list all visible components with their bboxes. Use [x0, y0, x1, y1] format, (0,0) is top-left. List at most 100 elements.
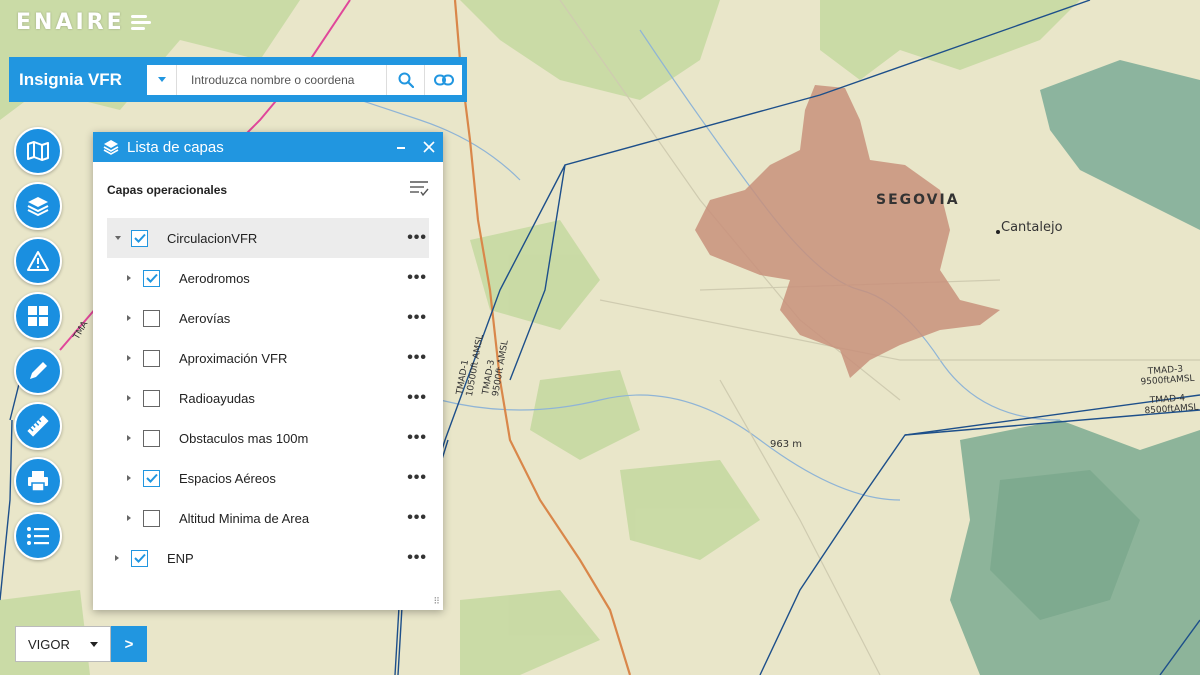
measure-button[interactable] — [14, 402, 62, 450]
chevron-right-icon[interactable] — [127, 515, 131, 521]
chevron-right-icon[interactable] — [127, 275, 131, 281]
layer-checkbox[interactable] — [143, 389, 160, 407]
search-bar: Insignia VFR — [9, 57, 467, 102]
layers-icon — [27, 197, 49, 217]
segovia-label: SEGOVIA — [876, 192, 960, 208]
layer-checkbox[interactable] — [143, 349, 160, 367]
close-icon — [423, 141, 435, 153]
vigor-control: VIGOR > — [15, 626, 147, 662]
layer-row[interactable]: Aerovías ••• — [107, 298, 429, 338]
layer-row[interactable]: Aerodromos ••• — [107, 258, 429, 298]
layer-label: Aerodromos — [179, 270, 250, 286]
layer-checkbox[interactable] — [143, 469, 160, 487]
checkmark-icon — [145, 273, 158, 283]
search-icon — [398, 72, 414, 88]
warning-icon — [27, 251, 49, 271]
chevron-right-icon[interactable] — [115, 555, 119, 561]
layer-checkbox[interactable] — [143, 429, 160, 447]
vigor-selected-value: VIGOR — [28, 636, 70, 652]
minimize-icon — [397, 147, 405, 149]
more-options-icon[interactable]: ••• — [407, 430, 427, 446]
chevron-right-icon[interactable] — [127, 395, 131, 401]
layers-button[interactable] — [14, 182, 62, 230]
layer-checkbox[interactable] — [143, 509, 160, 527]
panel-header: Lista de capas — [93, 132, 443, 162]
resize-grip-icon[interactable]: ⠿ — [433, 596, 440, 607]
checkmark-icon — [133, 553, 146, 563]
filter-list-icon — [410, 180, 429, 196]
chevron-right-icon[interactable] — [127, 315, 131, 321]
layer-label: ENP — [167, 550, 194, 566]
layer-row[interactable]: ENP ••• — [107, 538, 429, 578]
widgets-button[interactable] — [14, 292, 62, 340]
section-title: Capas operacionales — [107, 183, 228, 197]
chevron-down-icon — [90, 641, 98, 647]
more-options-icon[interactable]: ••• — [407, 390, 427, 406]
layer-list-panel: Lista de capas Capas operacionales Circu… — [93, 132, 443, 610]
chevron-right-icon[interactable] — [127, 475, 131, 481]
layer-label: Altitud Minima de Area — [179, 510, 310, 526]
layer-row[interactable]: Espacios Aéreos ••• — [107, 458, 429, 498]
layer-options-button[interactable] — [409, 179, 429, 202]
draw-button[interactable] — [14, 347, 62, 395]
layer-row[interactable]: Radioayudas ••• — [107, 378, 429, 418]
link-icon — [433, 74, 454, 85]
more-options-icon[interactable]: ••• — [407, 550, 427, 566]
vigor-select[interactable]: VIGOR — [15, 626, 111, 662]
more-options-icon[interactable]: ••• — [407, 270, 427, 286]
search-input[interactable] — [177, 65, 386, 94]
layer-label: Aerovías — [179, 310, 231, 326]
layer-row[interactable]: Obstaculos mas 100m ••• — [107, 418, 429, 458]
search-box — [147, 64, 462, 95]
print-button[interactable] — [14, 457, 62, 505]
vigor-go-button[interactable]: > — [111, 626, 147, 662]
search-source-dropdown[interactable] — [147, 64, 177, 95]
logo-lines-icon — [130, 15, 151, 30]
minimize-button[interactable] — [387, 132, 415, 162]
basemap-button[interactable] — [14, 127, 62, 175]
more-options-icon[interactable]: ••• — [407, 470, 427, 486]
checkmark-icon — [145, 473, 158, 483]
pencil-icon — [30, 362, 47, 379]
layer-label: Obstaculos mas 100m — [179, 430, 309, 446]
layer-label: Radioayudas — [179, 390, 255, 406]
print-icon — [28, 471, 48, 492]
grid-icon — [28, 306, 48, 326]
search-button[interactable] — [386, 64, 424, 95]
layer-row[interactable]: CirculacionVFR ••• — [107, 218, 429, 258]
more-options-icon[interactable]: ••• — [407, 230, 427, 246]
layers-icon — [103, 140, 119, 155]
logo-text: ENAIRE — [16, 10, 125, 35]
legend-button[interactable] — [14, 512, 62, 560]
checkmark-icon — [133, 233, 146, 243]
link-button[interactable] — [424, 64, 462, 95]
chevron-down-icon — [157, 77, 166, 82]
elevation-label: 963 m — [770, 439, 802, 450]
layer-checkbox[interactable] — [131, 229, 148, 247]
close-button[interactable] — [415, 132, 443, 162]
chevron-down-icon[interactable] — [115, 236, 121, 240]
cantalejo-label: Cantalejo — [1001, 220, 1063, 235]
warnings-button[interactable] — [14, 237, 62, 285]
section-header: Capas operacionales — [107, 162, 429, 218]
more-options-icon[interactable]: ••• — [407, 310, 427, 326]
more-options-icon[interactable]: ••• — [407, 350, 427, 366]
list-icon — [27, 527, 49, 545]
layer-label: Aproximación VFR — [179, 350, 288, 366]
layer-checkbox[interactable] — [143, 269, 160, 287]
layer-row[interactable]: Aproximación VFR ••• — [107, 338, 429, 378]
enaire-logo: ENAIRE — [16, 10, 151, 35]
chevron-right-icon[interactable] — [127, 435, 131, 441]
layer-label: CirculacionVFR — [167, 230, 258, 246]
layer-list: CirculacionVFR ••• Aerodromos ••• Aerovías ••… — [107, 218, 429, 578]
app-title: Insignia VFR — [19, 69, 122, 89]
map-icon — [27, 141, 49, 161]
layer-label: Espacios Aéreos — [179, 470, 276, 486]
panel-title: Lista de capas — [127, 138, 224, 156]
layer-checkbox[interactable] — [131, 549, 148, 567]
chevron-right-icon[interactable] — [127, 355, 131, 361]
layer-row[interactable]: Altitud Minima de Area ••• — [107, 498, 429, 538]
ruler-icon — [27, 415, 49, 437]
layer-checkbox[interactable] — [143, 309, 160, 327]
more-options-icon[interactable]: ••• — [407, 510, 427, 526]
